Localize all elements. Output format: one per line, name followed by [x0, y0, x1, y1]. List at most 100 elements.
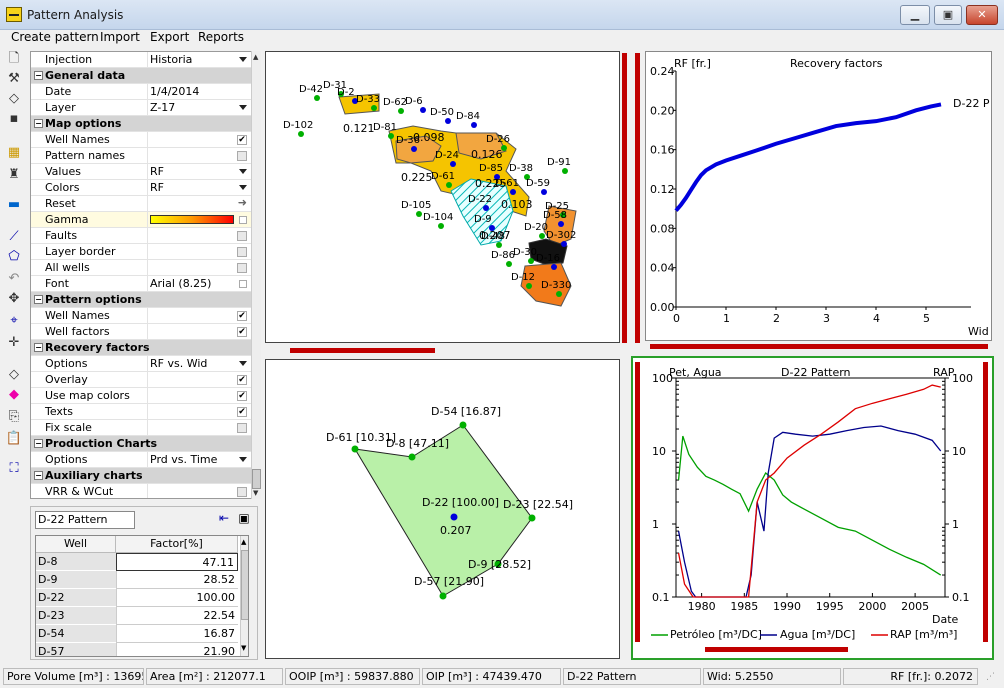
- category-map-options[interactable]: − Map options: [31, 116, 252, 132]
- grid-map-icon[interactable]: ▦: [5, 144, 23, 162]
- checkbox-unchecked[interactable]: [237, 487, 247, 497]
- map-well-marker[interactable]: [314, 95, 320, 101]
- prop-font[interactable]: Font Arial (8.25): [31, 276, 252, 292]
- chevron-down-icon[interactable]: [239, 185, 247, 190]
- map-well-marker[interactable]: [298, 131, 304, 137]
- map-well-marker[interactable]: [416, 211, 422, 217]
- map-well-marker[interactable]: [445, 118, 451, 124]
- prop-faults[interactable]: Faults: [31, 228, 252, 244]
- zoom-extent-icon[interactable]: ⛶: [5, 460, 23, 478]
- collapse-icon[interactable]: −: [34, 71, 43, 80]
- category-pattern-options[interactable]: − Pattern options: [31, 292, 252, 308]
- map-well-marker[interactable]: [561, 241, 567, 247]
- recovery-factors-chart[interactable]: RF [fr.] Recovery factors Wid 0.000.040.…: [646, 52, 991, 340]
- pattern-well-marker[interactable]: [528, 514, 536, 522]
- checkbox-checked[interactable]: ✔: [237, 375, 247, 385]
- prop-well-factors[interactable]: Well factors ✔: [31, 324, 252, 340]
- map-panel[interactable]: D-31 D-42 D-2 D-33 D-62 D-6 D-102 D-50 D-84 D-81 D…: [265, 51, 620, 343]
- prop-layer-border[interactable]: Layer border: [31, 244, 252, 260]
- prop-texts[interactable]: Texts ✔: [31, 404, 252, 420]
- ellipsis-icon[interactable]: [239, 216, 247, 224]
- map-well-marker[interactable]: [510, 189, 516, 195]
- fill-icon[interactable]: ◆: [5, 386, 23, 404]
- map-well-marker[interactable]: [558, 221, 564, 227]
- prod-right-scrollbar[interactable]: [983, 362, 988, 642]
- map-well-marker[interactable]: [541, 189, 547, 195]
- map-well-marker[interactable]: [398, 108, 404, 114]
- chart-line-icon[interactable]: ⟋: [5, 228, 23, 246]
- checkbox-unchecked[interactable]: [237, 263, 247, 273]
- move-icon[interactable]: ✥: [5, 290, 23, 308]
- chevron-down-icon[interactable]: [239, 105, 247, 110]
- map-well-marker[interactable]: [388, 133, 394, 139]
- checkbox-checked[interactable]: ✔: [237, 135, 247, 145]
- production-chart[interactable]: Pet, Agua D-22 Pattern RAP Date 0.1 0.11 1…: [645, 362, 980, 644]
- chevron-down-icon[interactable]: [239, 457, 247, 462]
- collapse-icon[interactable]: −: [34, 439, 43, 448]
- maximize-button[interactable]: ▣: [934, 5, 962, 25]
- prop-fix-scale[interactable]: Fix scale: [31, 420, 252, 436]
- export-tree-icon[interactable]: ⇤: [215, 511, 233, 527]
- prop-pattern-names[interactable]: Pattern names: [31, 148, 252, 164]
- checkbox-unchecked[interactable]: [237, 151, 247, 161]
- well-icon[interactable]: ♜: [5, 166, 23, 184]
- checkbox-checked[interactable]: ✔: [237, 311, 247, 321]
- camera-icon[interactable]: ▣: [235, 511, 253, 527]
- checkbox-checked[interactable]: ✔: [237, 327, 247, 337]
- prop-pattern-well-names[interactable]: Well Names ✔: [31, 308, 252, 324]
- chevron-down-icon[interactable]: [239, 57, 247, 62]
- checkbox-unchecked[interactable]: [237, 247, 247, 257]
- pattern-well-marker[interactable]: [459, 421, 467, 429]
- calculator-icon[interactable]: ▬: [5, 196, 23, 214]
- well-map[interactable]: D-31D-42 D-2D-33 D-62D-6D-102D-50 D-84D-81D…: [266, 52, 619, 342]
- map-well-marker[interactable]: [526, 283, 532, 289]
- map-vertical-scrollbar[interactable]: [622, 53, 627, 343]
- pattern-detail-panel[interactable]: D-61 [10.31] D-8 [47.11] D-54 [16.87] D-…: [265, 359, 620, 659]
- resize-grip-icon[interactable]: ⋰: [986, 672, 995, 682]
- save-icon[interactable]: ▪: [5, 110, 23, 128]
- chevron-down-icon[interactable]: [239, 169, 247, 174]
- map-well-marker[interactable]: [438, 223, 444, 229]
- map-horizontal-scrollbar[interactable]: [290, 348, 435, 353]
- table-row[interactable]: D-22 100.00: [36, 589, 241, 607]
- scroll-up-icon[interactable]: ▲: [253, 53, 260, 61]
- add-point-icon[interactable]: ✛: [5, 334, 23, 352]
- menu-import[interactable]: Import: [100, 30, 140, 44]
- copy-icon[interactable]: ⎘: [5, 408, 23, 426]
- menu-reports[interactable]: Reports: [198, 30, 244, 44]
- table-scrollbar[interactable]: ▲ ▼: [240, 536, 248, 656]
- checkbox-unchecked[interactable]: [237, 231, 247, 241]
- tools-icon[interactable]: ⚒: [5, 70, 23, 88]
- map-well-marker[interactable]: [539, 233, 545, 239]
- rf-horizontal-scrollbar[interactable]: [650, 344, 988, 349]
- map-well-marker[interactable]: [562, 168, 568, 174]
- eraser-small-icon[interactable]: ◇: [5, 366, 23, 384]
- table-row[interactable]: D-23 22.54: [36, 607, 241, 625]
- pattern-well-marker[interactable]: [408, 453, 416, 461]
- map-well-marker[interactable]: [496, 242, 502, 248]
- prop-production-options[interactable]: Options Prd vs. Time: [31, 452, 252, 468]
- prod-series-line[interactable]: [677, 384, 941, 598]
- prop-recovery-options[interactable]: Options RF vs. Wid: [31, 356, 252, 372]
- pattern-center-well[interactable]: [450, 513, 458, 521]
- map-well-marker[interactable]: [471, 122, 477, 128]
- select-point-icon[interactable]: ⌖: [5, 312, 23, 330]
- prop-date[interactable]: Date 1/4/2014: [31, 84, 252, 100]
- map-well-marker[interactable]: [446, 182, 452, 188]
- collapse-icon[interactable]: −: [34, 471, 43, 480]
- prop-overlay[interactable]: Overlay ✔: [31, 372, 252, 388]
- close-button[interactable]: ✕: [966, 5, 998, 25]
- prod-series-line[interactable]: [677, 435, 942, 576]
- eraser-icon[interactable]: ◇: [5, 90, 23, 108]
- pattern-well-marker[interactable]: [439, 592, 447, 600]
- prop-use-map-colors[interactable]: Use map colors ✔: [31, 388, 252, 404]
- pattern-well-marker[interactable]: [351, 445, 359, 453]
- table-row[interactable]: D-9 28.52: [36, 571, 241, 589]
- checkbox-checked[interactable]: ✔: [237, 391, 247, 401]
- prop-reset[interactable]: Reset ➜: [31, 196, 252, 212]
- table-row[interactable]: D-8 47.11: [36, 553, 241, 571]
- checkbox-unchecked[interactable]: [237, 423, 247, 433]
- menu-create-pattern[interactable]: Create pattern: [11, 30, 99, 44]
- pattern-detail[interactable]: D-61 [10.31] D-8 [47.11] D-54 [16.87] D-…: [266, 360, 619, 658]
- pattern-name-field[interactable]: D-22 Pattern: [35, 511, 135, 529]
